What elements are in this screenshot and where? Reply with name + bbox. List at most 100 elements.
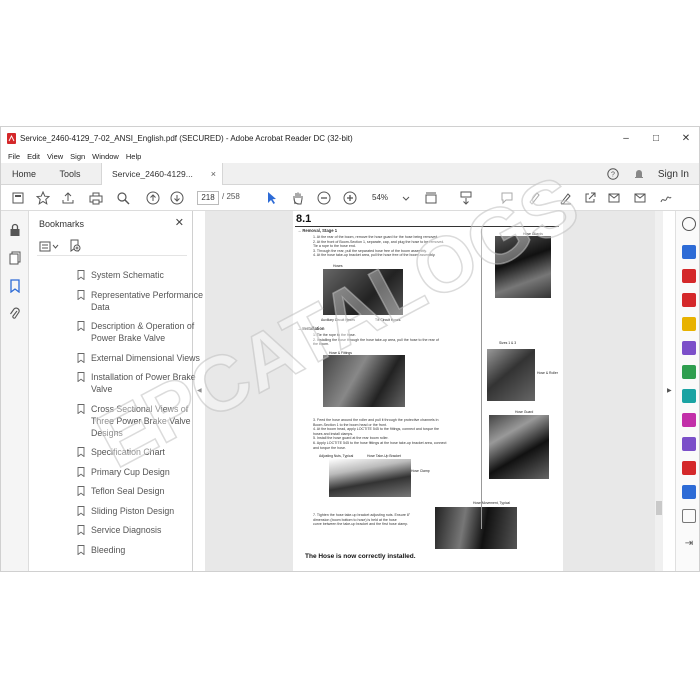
page-fit-icon[interactable]: [422, 189, 440, 207]
install-heading: → Installation: [297, 326, 325, 331]
bookmark-item[interactable]: Primary Cup Design: [77, 466, 209, 478]
protect-icon[interactable]: [682, 461, 696, 475]
document-scrollbar[interactable]: [655, 211, 663, 571]
close-window-button[interactable]: ✕: [671, 127, 699, 149]
customize-icon[interactable]: [682, 509, 696, 523]
zoom-level-select[interactable]: 54%: [372, 191, 402, 205]
page-thumbnails-icon[interactable]: [6, 249, 24, 267]
search-icon[interactable]: [114, 189, 132, 207]
minimize-button[interactable]: –: [611, 127, 641, 149]
print-icon[interactable]: [87, 189, 105, 207]
bookmark-item-label: Bleeding: [91, 544, 126, 555]
fill-sign-icon[interactable]: [682, 413, 696, 427]
menu-file[interactable]: File: [8, 152, 20, 161]
add-bookmark-icon[interactable]: [69, 239, 81, 258]
bookmark-options-icon[interactable]: [39, 240, 59, 258]
close-panel-icon[interactable]: ✕: [175, 216, 184, 229]
export-pdf-icon[interactable]: [682, 245, 696, 259]
hand-tool-icon[interactable]: [289, 189, 307, 207]
comment-icon[interactable]: [498, 189, 516, 207]
bookmark-flag-icon: [77, 372, 85, 382]
sign-fill-icon[interactable]: [657, 189, 675, 207]
upload-icon[interactable]: [59, 189, 77, 207]
sizes-caption: Sizes 1 & 3: [499, 341, 517, 345]
menu-sign[interactable]: Sign: [70, 152, 85, 161]
sign-in-button[interactable]: Sign In: [658, 169, 689, 180]
create-pdf-icon[interactable]: [682, 269, 696, 283]
next-page-icon[interactable]: [168, 189, 186, 207]
select-cursor-icon[interactable]: [263, 189, 281, 207]
document-scroll-thumb[interactable]: [656, 501, 662, 515]
bookmark-item[interactable]: Teflon Seal Design: [77, 485, 209, 497]
lock-icon[interactable]: [6, 221, 24, 239]
highlight-pen-icon[interactable]: [525, 189, 543, 207]
bookmark-item[interactable]: Bleeding: [77, 544, 209, 556]
scroll-mode-icon[interactable]: [457, 189, 475, 207]
main-toolbar: 218 / 258 54%: [1, 185, 699, 211]
bookmark-item[interactable]: Sliding Piston Design: [77, 505, 209, 517]
email-icon[interactable]: [631, 189, 649, 207]
menu-edit[interactable]: Edit: [27, 152, 40, 161]
install-step-2: 2. Installing the hose through the hose …: [313, 337, 439, 342]
left-navigation-rail: [1, 211, 29, 571]
aux-hoses-caption: Auxiliary Circuit Hoses: [321, 318, 355, 322]
compress-pdf-icon[interactable]: [682, 389, 696, 403]
share-icon[interactable]: [581, 189, 599, 207]
sign-pen-icon[interactable]: [557, 189, 575, 207]
combine-files-icon[interactable]: [682, 341, 696, 355]
bookmark-item-label: External Dimensional Views: [91, 352, 200, 363]
zoom-out-icon[interactable]: [315, 189, 333, 207]
tab-home[interactable]: Home: [1, 163, 47, 185]
bookmark-flag-icon: [77, 321, 85, 331]
bookmark-flag-icon: [77, 270, 85, 280]
hoses-photo: [323, 269, 403, 315]
section-rule: [295, 226, 559, 227]
menu-view[interactable]: View: [47, 152, 63, 161]
bookmark-item[interactable]: Cross Sectional Views of Three Power Bra…: [77, 403, 209, 439]
zoom-dropdown-icon[interactable]: [401, 189, 411, 207]
maximize-button[interactable]: □: [641, 127, 671, 149]
attachments-paperclip-icon[interactable]: [6, 305, 24, 323]
document-view: 8.1 → Removal, Stage 1 1. At the rear of…: [205, 211, 663, 571]
bookmark-item[interactable]: Description & Operation of Power Brake V…: [77, 320, 209, 344]
menu-help[interactable]: Help: [126, 152, 141, 161]
bookmark-item[interactable]: Service Diagnosis: [77, 524, 209, 536]
tab-close-icon[interactable]: ×: [211, 169, 216, 179]
zoom-search-icon[interactable]: [682, 217, 696, 231]
page-number-input[interactable]: 218: [197, 191, 219, 205]
send-for-signature-icon[interactable]: [682, 437, 696, 451]
bookmark-item[interactable]: Representative Performance Data: [77, 289, 209, 313]
home-icon[interactable]: [9, 189, 27, 207]
bookmark-item[interactable]: System Schematic: [77, 269, 209, 281]
hose-movement-caption: Hose Movement, Typical: [473, 501, 511, 505]
collapse-left-panel-icon[interactable]: ◀: [197, 387, 202, 394]
menu-window[interactable]: Window: [92, 152, 119, 161]
comment-tool-icon[interactable]: [682, 317, 696, 331]
tab-tools[interactable]: Tools: [47, 163, 93, 185]
organize-pages-icon[interactable]: [682, 365, 696, 379]
sizes-photo: [487, 349, 535, 401]
removal-heading: → Removal, Stage 1: [297, 228, 338, 233]
edit-pdf-icon[interactable]: [682, 293, 696, 307]
bookmarks-panel-icon[interactable]: [6, 277, 24, 295]
bookmark-star-icon[interactable]: [34, 189, 52, 207]
bookmark-item[interactable]: Specification Chart: [77, 446, 209, 458]
zoom-in-icon[interactable]: [341, 189, 359, 207]
previous-page-icon[interactable]: [144, 189, 162, 207]
bookmark-flag-icon: [77, 486, 85, 496]
column-divider: [481, 229, 482, 529]
tab-bar-right: ? Sign In: [600, 163, 699, 185]
help-icon[interactable]: ?: [600, 163, 626, 185]
hose-movement-photo: [435, 507, 517, 549]
bookmark-item[interactable]: Installation of Power Brake Valve: [77, 371, 209, 395]
collapse-right-panel-icon[interactable]: ▶: [667, 387, 672, 394]
adjusting-nuts-caption: Adjusting Nuts, Typical: [319, 454, 354, 458]
more-tools-icon[interactable]: [605, 189, 623, 207]
notifications-bell-icon[interactable]: [626, 163, 652, 185]
expand-panel-icon[interactable]: ⇥: [682, 537, 696, 551]
bookmark-item[interactable]: External Dimensional Views: [77, 352, 209, 364]
bookmark-flag-icon: [77, 289, 85, 300]
tab-document[interactable]: Service_2460-4129... ×: [101, 163, 223, 185]
more-tools-rail-icon[interactable]: [682, 485, 696, 499]
bookmark-item-label: Specification Chart: [91, 447, 165, 457]
